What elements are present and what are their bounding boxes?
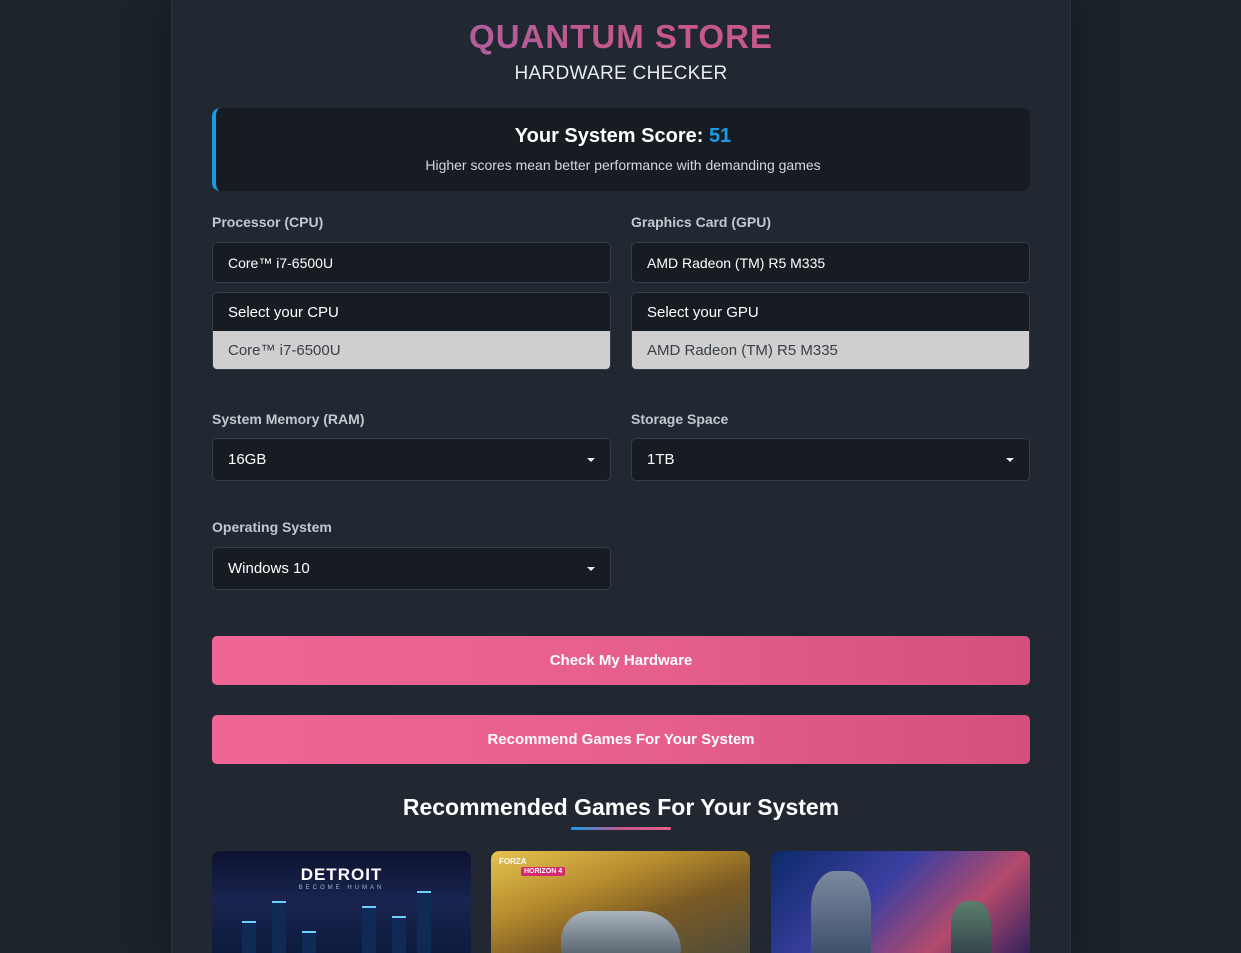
ram-label: System Memory (RAM) xyxy=(212,411,365,427)
skyline-building xyxy=(362,906,376,953)
game-card-detroit[interactable]: DETROIT BECOME HUMAN xyxy=(212,851,471,953)
brand-title: QUANTUM STORE xyxy=(172,18,1070,56)
system-score-card: Your System Score: 51 Higher scores mean… xyxy=(212,108,1030,191)
gpu-selected-option[interactable]: AMD Radeon (TM) R5 M335 xyxy=(632,331,1029,369)
main-panel: QUANTUM STORE HARDWARE CHECKER Your Syst… xyxy=(171,0,1071,953)
storage-value: 1TB xyxy=(647,451,675,468)
skyline-building xyxy=(392,916,406,953)
chevron-down-icon xyxy=(587,566,595,571)
gpu-label: Graphics Card (GPU) xyxy=(631,214,772,230)
skyline-building xyxy=(417,891,431,953)
score-hint: Higher scores mean better performance wi… xyxy=(425,157,821,173)
car-image xyxy=(561,911,681,953)
cpu-select-placeholder[interactable]: Select your CPU xyxy=(213,293,610,331)
title-underline xyxy=(571,827,671,830)
cpu-select[interactable]: Select your CPU Core™ i7-6500U xyxy=(212,292,611,370)
cpu-selected-option[interactable]: Core™ i7-6500U xyxy=(213,331,610,369)
recommended-games-title: Recommended Games For Your System xyxy=(402,794,840,820)
score-line: Your System Score: 51 xyxy=(216,125,1030,148)
gpu-select[interactable]: Select your GPU AMD Radeon (TM) R5 M335 xyxy=(631,292,1030,370)
cpu-search-input[interactable]: Core™ i7-6500U xyxy=(212,242,611,283)
game-card-god-of-war[interactable] xyxy=(771,851,1030,953)
gpu-select-placeholder[interactable]: Select your GPU xyxy=(632,293,1029,331)
warrior-figure xyxy=(811,871,871,953)
cpu-label: Processor (CPU) xyxy=(212,214,324,230)
game-logo: DETROIT xyxy=(300,865,383,884)
os-dropdown[interactable]: Windows 10 xyxy=(212,547,611,590)
recommend-games-button[interactable]: Recommend Games For Your System xyxy=(212,715,1030,764)
game-logo: FORZA xyxy=(499,857,527,866)
ram-value: 16GB xyxy=(228,451,267,468)
chevron-down-icon xyxy=(1006,457,1014,462)
os-label: Operating System xyxy=(212,519,332,535)
chevron-down-icon xyxy=(587,457,595,462)
skyline-building xyxy=(242,921,256,953)
check-hardware-button[interactable]: Check My Hardware xyxy=(212,636,1030,685)
game-logo-subtitle: BECOME HUMAN xyxy=(298,885,385,891)
warrior-figure xyxy=(951,901,991,953)
os-value: Windows 10 xyxy=(228,560,310,577)
game-logo-subtitle: HORIZON 4 xyxy=(521,867,566,876)
gpu-search-input[interactable]: AMD Radeon (TM) R5 M335 xyxy=(631,242,1030,283)
storage-label: Storage Space xyxy=(631,411,729,427)
ram-dropdown[interactable]: 16GB xyxy=(212,438,611,481)
skyline-building xyxy=(302,931,316,953)
page-subtitle: HARDWARE CHECKER xyxy=(514,63,728,84)
skyline-building xyxy=(272,901,286,953)
score-value: 51 xyxy=(708,125,732,147)
score-label: Your System Score: xyxy=(514,125,709,147)
storage-dropdown[interactable]: 1TB xyxy=(631,438,1030,481)
game-card-forza[interactable]: FORZA HORIZON 4 xyxy=(491,851,750,953)
